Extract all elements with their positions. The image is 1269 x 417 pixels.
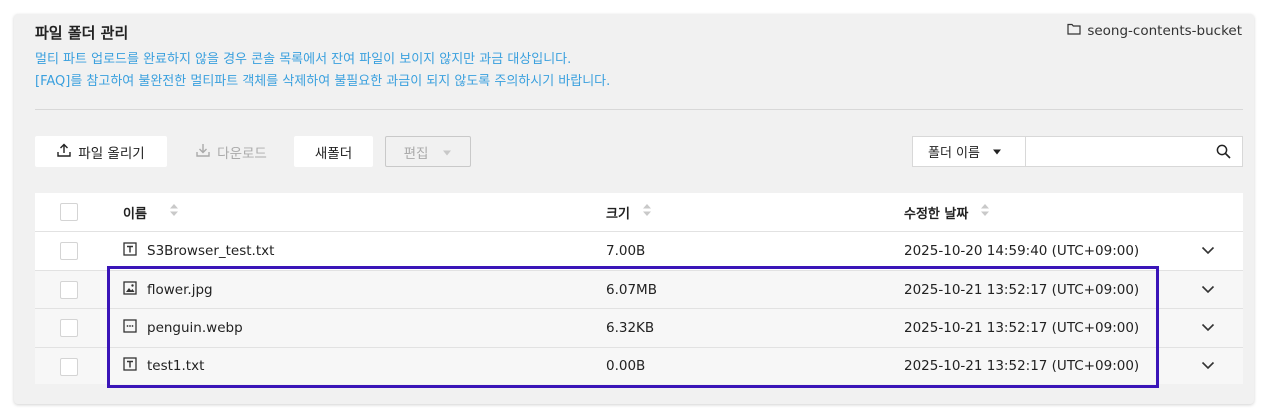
sort-icon: [169, 203, 179, 221]
edit-dropdown-button[interactable]: 편집: [385, 136, 471, 167]
file-size: 7.00B: [606, 243, 646, 259]
chevron-down-icon: [1201, 320, 1215, 336]
chevron-down-icon: [1201, 282, 1215, 298]
row-checkbox[interactable]: [60, 319, 78, 337]
file-name-cell: S3Browser_test.txt: [123, 232, 274, 270]
search-filter-select[interactable]: 폴더 이름: [912, 136, 1026, 167]
table-header-row: 이름 크기 수정한 날짜: [35, 193, 1243, 231]
column-header-size-label: 크기: [606, 206, 630, 222]
download-icon: [196, 143, 210, 161]
bucket-indicator: seong-contents-bucket: [1067, 23, 1242, 39]
row-checkbox[interactable]: [60, 281, 78, 299]
sort-icon: [980, 203, 990, 221]
caret-down-icon: [442, 144, 452, 160]
bucket-name: seong-contents-bucket: [1087, 23, 1242, 39]
row-checkbox[interactable]: [60, 358, 78, 376]
new-folder-button[interactable]: 새폴더: [294, 136, 373, 167]
file-modified: 2025-10-20 14:59:40 (UTC+09:00): [904, 243, 1140, 259]
expand-row-button[interactable]: [1201, 271, 1215, 308]
expand-row-button[interactable]: [1201, 309, 1215, 347]
chevron-down-icon: [1201, 243, 1215, 259]
file-name[interactable]: S3Browser_test.txt: [147, 243, 274, 259]
text-file-icon: [123, 242, 137, 260]
column-header-name-label: 이름: [123, 206, 147, 222]
row-checkbox[interactable]: [60, 242, 78, 260]
table-row[interactable]: S3Browser_test.txt 7.00B 2025-10-20 14:5…: [35, 231, 1243, 270]
new-folder-button-label: 새폴더: [314, 145, 353, 162]
edit-button-label: 편집: [403, 145, 429, 162]
sort-icon: [642, 203, 652, 221]
select-all-checkbox[interactable]: [60, 203, 78, 221]
folder-icon: [1067, 23, 1081, 39]
expand-row-button[interactable]: [1201, 348, 1215, 384]
column-header-name[interactable]: 이름: [123, 193, 179, 231]
expand-row-button[interactable]: [1201, 232, 1215, 270]
search-input[interactable]: [1026, 137, 1206, 166]
notice-line-1: 멀티 파트 업로드를 완료하지 않을 경우 콘솔 목록에서 잔여 파일이 보이지…: [35, 52, 572, 67]
search-filter-value: 폴더 이름: [928, 146, 980, 161]
column-header-modified[interactable]: 수정한 날짜: [904, 193, 990, 231]
notice-line-2: [FAQ]를 참고하여 불완전한 멀티파트 객체를 삭제하여 불필요한 과금이 …: [35, 74, 611, 89]
column-header-size[interactable]: 크기: [606, 193, 652, 231]
download-button-label: 다운로드: [217, 145, 267, 162]
download-button[interactable]: 다운로드: [174, 136, 289, 167]
search-icon[interactable]: [1216, 144, 1231, 163]
highlight-box: [107, 266, 1159, 388]
search-box: [1026, 136, 1243, 167]
caret-down-icon: [992, 144, 1002, 159]
upload-button-label: 파일 올리기: [78, 145, 145, 162]
column-header-modified-label: 수정한 날짜: [904, 206, 969, 222]
divider: [35, 109, 1243, 110]
chevron-down-icon: [1201, 358, 1215, 374]
upload-icon: [57, 143, 71, 161]
page-title: 파일 폴더 관리: [35, 24, 129, 42]
upload-button[interactable]: 파일 올리기: [35, 136, 167, 167]
